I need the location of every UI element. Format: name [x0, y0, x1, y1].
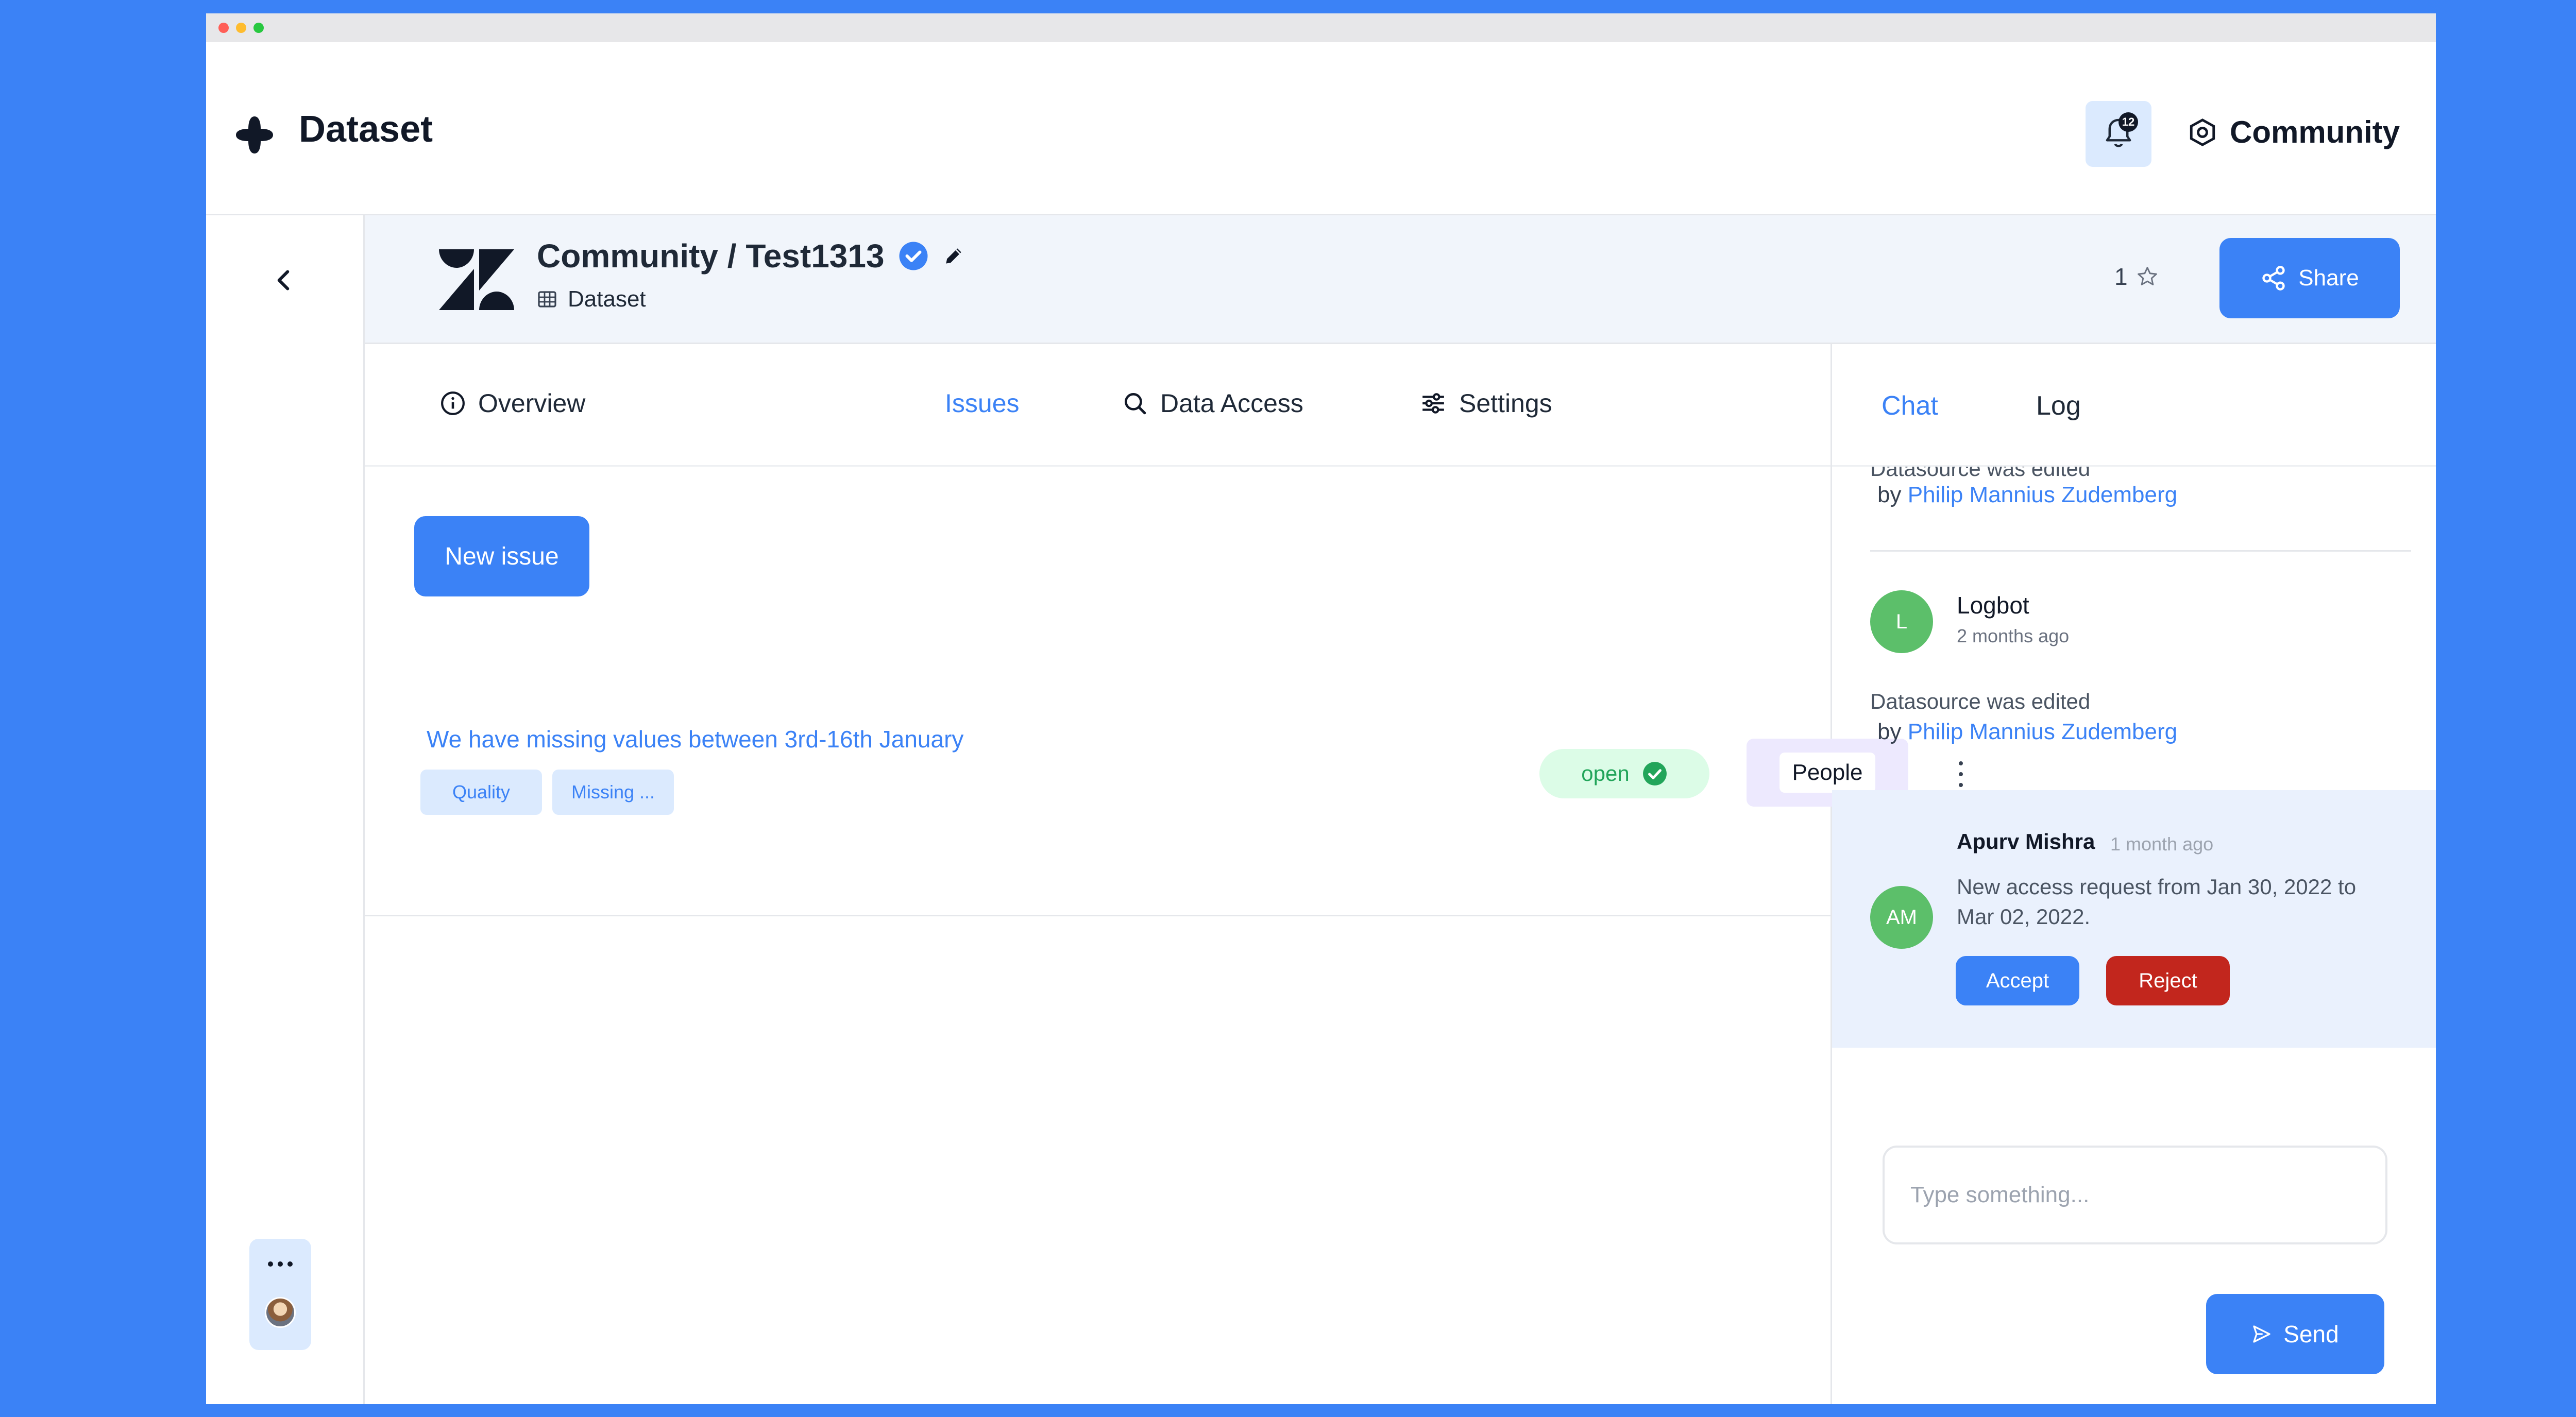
tab-settings-label: Settings — [1459, 389, 1552, 418]
tab-chat[interactable]: Chat — [1882, 390, 1938, 421]
user-link[interactable]: Philip Mannius Zudemberg — [1908, 482, 2177, 507]
sliders-icon — [1422, 393, 1444, 414]
app-logo-icon — [236, 116, 273, 153]
tab-settings[interactable]: Settings — [1420, 388, 1552, 418]
dataset-title-row: Community / Test1313 — [537, 237, 965, 275]
workspace-switcher[interactable]: Community — [2188, 114, 2400, 150]
back-button[interactable] — [268, 265, 299, 296]
check-circle-icon — [1642, 762, 1667, 786]
table-icon — [538, 291, 556, 308]
app-header: Dataset 12 Community — [206, 42, 2436, 215]
share-icon — [2262, 266, 2285, 291]
request-time: 1 month ago — [2110, 833, 2214, 855]
user-avatar[interactable] — [265, 1297, 296, 1328]
request-text-line1: New access request from Jan 30, 2022 to — [1957, 875, 2357, 899]
tab-overview-label: Overview — [478, 389, 586, 418]
issue-tag-quality[interactable]: Quality — [420, 770, 542, 815]
zendesk-logo-icon — [439, 249, 514, 310]
verified-badge-icon — [899, 242, 928, 270]
issues-divider — [365, 915, 1831, 916]
byline-prefix: by — [1877, 482, 1902, 507]
dataset-tabs: Overview Issues Data Access Settings — [365, 344, 1831, 467]
tab-data-access[interactable]: Data Access — [1122, 388, 1303, 418]
new-issue-button[interactable]: New issue — [414, 516, 589, 596]
share-button[interactable]: Share — [2219, 238, 2400, 318]
logbot-time: 2 months ago — [1957, 625, 2070, 646]
chevron-left-icon — [277, 270, 290, 291]
pencil-edit-icon[interactable] — [942, 245, 965, 267]
log-entry-byline: by Philip Mannius Zudemberg — [1877, 482, 2177, 508]
tab-issues-label: Issues — [945, 389, 1020, 418]
close-window-dot[interactable] — [218, 23, 229, 33]
send-icon — [2253, 1325, 2270, 1343]
reject-button[interactable]: Reject — [2106, 956, 2230, 1005]
logbot-byline: by Philip Mannius Zudemberg — [1877, 719, 2177, 745]
minimize-window-dot[interactable] — [236, 23, 246, 33]
notifications-button[interactable]: 12 — [2086, 101, 2151, 167]
star-icon[interactable] — [2136, 265, 2159, 288]
star-count: 1 — [2114, 263, 2128, 290]
send-label: Send — [2283, 1321, 2339, 1347]
dataset-type-label: Dataset — [568, 286, 646, 312]
accept-button[interactable]: Accept — [1956, 956, 2079, 1005]
hexagon-icon — [2190, 118, 2215, 146]
requester-name: Apurv Mishra — [1957, 829, 2095, 853]
issue-status-label: open — [1581, 761, 1630, 786]
tab-overview[interactable]: Overview — [440, 388, 585, 418]
byline-prefix: by — [1877, 719, 1902, 744]
workspace-name: Community — [2230, 115, 2400, 149]
dataset-title: Community / Test1313 — [537, 237, 885, 275]
issue-tag-missing[interactable]: Missing ... — [552, 770, 674, 815]
app-title: Dataset — [299, 109, 433, 150]
logbot-message: Datasource was edited — [1870, 689, 2091, 713]
activity-panel: Chat Log Datasource was edited by Philip… — [1832, 344, 2436, 1404]
requester-avatar: AM — [1870, 886, 1933, 949]
request-text-line2: Mar 02, 2022. — [1957, 904, 2091, 929]
notification-count-badge: 12 — [2119, 112, 2138, 132]
app-window: Dataset 12 Community Community / Test131… — [206, 13, 2436, 1404]
left-rail — [206, 215, 365, 1404]
issue-status-badge[interactable]: open — [1539, 749, 1709, 798]
logbot-name: Logbot — [1957, 592, 2029, 619]
user-link[interactable]: Philip Mannius Zudemberg — [1908, 719, 2177, 744]
log-divider — [1870, 550, 2411, 552]
search-icon — [1125, 393, 1146, 415]
chat-input[interactable] — [1883, 1146, 2387, 1244]
tab-log[interactable]: Log — [2036, 390, 2081, 421]
star-counter[interactable]: 1 — [2114, 263, 2159, 291]
info-icon — [441, 391, 465, 415]
tab-data-access-label: Data Access — [1160, 389, 1303, 418]
dataset-type: Dataset — [537, 286, 646, 312]
access-request-card: AM Apurv Mishra 1 month ago New access r… — [1832, 790, 2436, 1048]
share-label: Share — [2298, 265, 2359, 291]
issue-title-link[interactable]: We have missing values between 3rd-16th … — [427, 725, 963, 753]
user-menu — [249, 1239, 311, 1350]
more-horizontal-icon[interactable] — [267, 1261, 293, 1267]
dataset-header: Community / Test1313 Dataset 1 Share — [365, 215, 2436, 344]
maximize-window-dot[interactable] — [253, 23, 264, 33]
panel-tabs: Chat Log — [1832, 344, 2436, 467]
send-button[interactable]: Send — [2206, 1294, 2384, 1374]
tab-issues[interactable]: Issues — [945, 388, 1020, 418]
window-titlebar — [206, 13, 2436, 42]
main-content: Overview Issues Data Access Settings New… — [365, 344, 1963, 1404]
logbot-avatar: L — [1870, 590, 1933, 653]
